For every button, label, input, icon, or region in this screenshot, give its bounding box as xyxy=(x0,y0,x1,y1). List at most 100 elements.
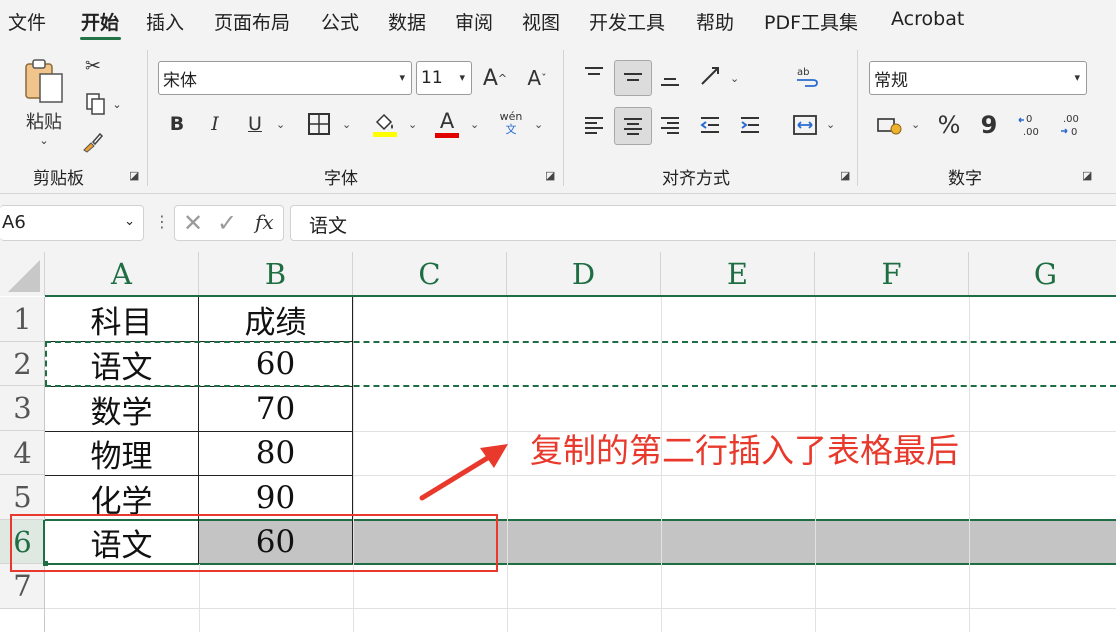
row-header-2[interactable]: 2 xyxy=(0,342,45,386)
align-left-button[interactable] xyxy=(578,108,610,142)
column-header-d[interactable]: D xyxy=(507,252,661,296)
bold-button[interactable]: B xyxy=(164,108,190,140)
phonetic-bottom-label: 文 xyxy=(505,123,517,136)
clipboard-launcher-icon[interactable]: ◪ xyxy=(129,170,141,182)
increase-decimal-button[interactable]: 0 .00 xyxy=(1014,108,1048,142)
copy-dropdown-icon: ⌄ xyxy=(112,97,122,111)
increase-indent-button[interactable] xyxy=(734,108,766,142)
paste-button[interactable]: 粘贴 ⌄ xyxy=(18,52,70,152)
increase-font-size-button[interactable]: A ^ xyxy=(480,62,510,94)
cell-a3[interactable]: 数学 xyxy=(45,387,198,431)
column-header-b[interactable]: B xyxy=(199,252,353,296)
copy-button[interactable]: ⌄ xyxy=(80,90,126,118)
menu-formulas[interactable]: 公式 xyxy=(321,8,359,35)
align-center-button[interactable] xyxy=(614,107,652,145)
chevron-down-icon[interactable]: ⌄ xyxy=(911,118,920,131)
formula-input[interactable]: 语文 xyxy=(290,205,1116,241)
insert-function-icon[interactable]: fx xyxy=(255,210,274,234)
menu-pdf-tools[interactable]: PDF工具集 xyxy=(764,8,858,35)
decrease-font-size-button[interactable]: Aˇ xyxy=(522,62,552,94)
column-header-a[interactable]: A xyxy=(45,252,199,296)
worksheet-grid[interactable]: A B C D E F G 1 2 3 4 5 6 7 科目 成绩 语文 60 … xyxy=(0,252,1116,632)
wrap-text-button[interactable]: ab xyxy=(790,60,822,94)
svg-text:.00: .00 xyxy=(1063,114,1079,125)
alignment-launcher-icon[interactable]: ◪ xyxy=(840,170,852,182)
font-launcher-icon[interactable]: ◪ xyxy=(545,170,557,182)
menu-developer[interactable]: 开发工具 xyxy=(589,8,665,35)
decrease-decimal-button[interactable]: .00 0 xyxy=(1054,108,1088,142)
font-color-button[interactable]: A xyxy=(432,104,462,142)
row-header-4[interactable]: 4 xyxy=(0,431,45,475)
more-options-icon[interactable]: ⋮ xyxy=(154,212,170,231)
font-size-select[interactable]: 11 ▾ xyxy=(416,61,472,95)
fill-color-button[interactable] xyxy=(368,106,402,142)
menu-bar: 文件 开始 插入 页面布局 公式 数据 审阅 视图 开发工具 帮助 PDF工具集… xyxy=(0,0,1116,44)
cell-a4[interactable]: 物理 xyxy=(45,431,198,475)
chevron-down-icon[interactable]: ⌄ xyxy=(408,118,417,131)
merge-center-button[interactable] xyxy=(788,108,822,142)
menu-help[interactable]: 帮助 xyxy=(696,8,734,35)
chevron-down-icon[interactable]: ⌄ xyxy=(342,118,351,131)
align-left-icon xyxy=(585,117,603,134)
menu-page-layout[interactable]: 页面布局 xyxy=(214,8,290,35)
cell-b1[interactable]: 成绩 xyxy=(199,297,352,341)
number-format-select[interactable]: 常规 ▾ xyxy=(869,61,1087,95)
number-group-label: 数字 xyxy=(948,169,982,189)
menu-insert[interactable]: 插入 xyxy=(146,8,184,35)
bottom-align-button[interactable] xyxy=(654,60,686,94)
top-align-button[interactable] xyxy=(578,60,610,92)
select-all-button[interactable] xyxy=(0,252,45,296)
middle-align-button[interactable] xyxy=(614,60,652,96)
paste-icon xyxy=(25,58,63,103)
menu-view[interactable]: 视图 xyxy=(522,8,560,35)
column-header-g[interactable]: G xyxy=(969,252,1116,296)
enter-check-icon[interactable]: ✓ xyxy=(217,209,237,237)
format-painter-button[interactable] xyxy=(80,128,106,156)
paste-label: 粘贴 xyxy=(26,111,62,133)
outdent-icon xyxy=(700,117,719,133)
italic-label: I xyxy=(211,113,219,135)
cut-button[interactable]: ✂ xyxy=(80,52,106,80)
fill-color-swatch xyxy=(373,131,397,137)
active-tab-indicator xyxy=(80,37,121,40)
chevron-down-icon[interactable]: ⌄ xyxy=(470,118,479,131)
accounting-format-button[interactable] xyxy=(872,108,906,142)
name-box[interactable]: A6 ⌄ xyxy=(0,205,144,241)
phonetic-guide-button[interactable]: wén 文 xyxy=(496,106,526,140)
cell-a1[interactable]: 科目 xyxy=(45,297,198,341)
chevron-down-icon[interactable]: ⌄ xyxy=(276,118,285,131)
chevron-down-icon[interactable]: ⌄ xyxy=(730,72,739,85)
menu-acrobat[interactable]: Acrobat xyxy=(891,8,964,30)
cell-b4[interactable]: 80 xyxy=(199,431,352,475)
row-header-3[interactable]: 3 xyxy=(0,386,45,431)
chevron-down-icon[interactable]: ⌄ xyxy=(826,118,835,131)
annotation-arrow-icon xyxy=(419,444,508,501)
decrease-indent-button[interactable] xyxy=(694,108,726,142)
group-divider xyxy=(857,50,858,186)
underline-label: U xyxy=(248,113,262,135)
borders-button[interactable] xyxy=(304,108,334,140)
font-name-value: 宋体 xyxy=(163,70,197,91)
cell-a2[interactable]: 语文 xyxy=(45,342,198,386)
column-header-c[interactable]: C xyxy=(353,252,507,296)
column-header-e[interactable]: E xyxy=(661,252,815,296)
row-header-1[interactable]: 1 xyxy=(0,297,45,342)
chevron-down-icon[interactable]: ⌄ xyxy=(534,118,543,131)
cell-b2[interactable]: 60 xyxy=(199,342,352,386)
italic-button[interactable]: I xyxy=(202,108,228,140)
underline-button[interactable]: U xyxy=(240,108,270,140)
menu-review[interactable]: 审阅 xyxy=(455,8,493,35)
number-launcher-icon[interactable]: ◪ xyxy=(1082,170,1094,182)
cell-b3[interactable]: 70 xyxy=(199,387,352,431)
clipboard-group-label: 剪贴板 xyxy=(33,169,84,189)
menu-home[interactable]: 开始 xyxy=(81,8,119,35)
menu-file[interactable]: 文件 xyxy=(8,8,46,35)
orientation-button[interactable] xyxy=(694,60,726,92)
comma-style-button[interactable]: 9 xyxy=(974,108,1004,142)
percent-style-button[interactable]: % xyxy=(932,108,966,142)
menu-data[interactable]: 数据 xyxy=(388,8,426,35)
align-right-button[interactable] xyxy=(654,108,686,142)
column-header-f[interactable]: F xyxy=(815,252,969,296)
font-name-select[interactable]: 宋体 ▾ xyxy=(158,61,412,95)
cancel-icon[interactable]: ✕ xyxy=(183,209,203,237)
